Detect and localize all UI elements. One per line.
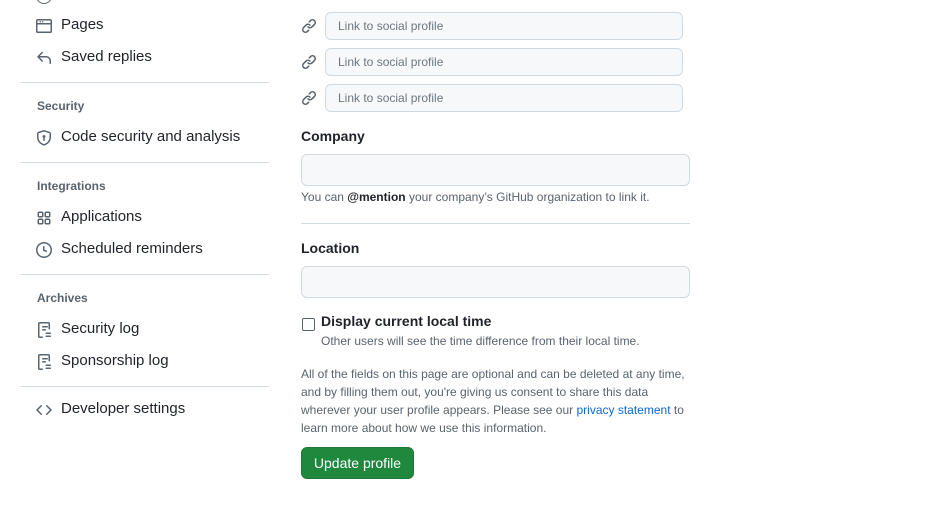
sidebar-divider [21, 386, 269, 387]
log-icon [36, 354, 52, 370]
location-input[interactable] [301, 266, 690, 298]
company-note-suffix: your company’s GitHub organization to li… [405, 190, 650, 204]
partial-sidebar-item-icon [36, 0, 52, 4]
sidebar-item-label: Sponsorship log [61, 352, 169, 369]
social-link-row [301, 48, 685, 76]
sidebar-item-label: Security log [61, 320, 140, 337]
sidebar-item-applications[interactable]: Applications [21, 202, 269, 234]
sidebar-section-heading-archives: Archives [37, 291, 88, 305]
sidebar-item-scheduled-reminders[interactable]: Scheduled reminders [21, 234, 269, 266]
sidebar-item-security-log[interactable]: Security log [21, 314, 269, 346]
privacy-statement-link[interactable]: privacy statement [576, 403, 670, 417]
link-icon [301, 18, 317, 34]
sidebar-item-saved-replies[interactable]: Saved replies [21, 42, 269, 74]
company-input[interactable] [301, 154, 690, 186]
social-link-input[interactable] [325, 84, 683, 112]
sidebar-divider [21, 162, 269, 163]
sidebar-item-code-security[interactable]: Code security and analysis [21, 122, 269, 154]
code-icon [36, 402, 52, 418]
local-time-checkbox[interactable] [302, 318, 315, 331]
social-link-input[interactable] [325, 48, 683, 76]
sidebar-item-label: Pages [61, 16, 104, 33]
sidebar-item-label: Saved replies [61, 48, 152, 65]
update-profile-button[interactable]: Update profile [301, 447, 414, 479]
link-icon [301, 90, 317, 106]
social-link-row [301, 12, 685, 40]
sidebar-item-label: Applications [61, 208, 142, 225]
social-link-input[interactable] [325, 12, 683, 40]
form-divider [301, 223, 690, 224]
sidebar-section-heading-security: Security [37, 99, 85, 113]
company-label: Company [301, 128, 365, 144]
sidebar-item-developer-settings[interactable]: Developer settings [21, 394, 269, 426]
privacy-disclaimer: All of the fields on this page are optio… [301, 365, 691, 437]
social-link-row [301, 84, 685, 112]
company-note-prefix: You can [301, 190, 348, 204]
mention-text: @mention [347, 190, 406, 204]
shield-lock-icon [36, 130, 52, 146]
sidebar-divider [21, 274, 269, 275]
sidebar-item-label: Developer settings [61, 400, 186, 417]
link-icon [301, 54, 317, 70]
location-label: Location [301, 240, 360, 256]
browser-icon [36, 18, 52, 34]
clock-icon [36, 242, 52, 258]
company-note: You can @mention your company’s GitHub o… [301, 190, 650, 204]
reply-icon [36, 50, 52, 66]
log-icon [36, 322, 52, 338]
sidebar-item-sponsorship-log[interactable]: Sponsorship log [21, 346, 269, 378]
local-time-label[interactable]: Display current local time [321, 313, 491, 329]
sidebar-item-pages[interactable]: Pages [21, 10, 269, 42]
sidebar-item-label: Code security and analysis [61, 128, 241, 145]
sidebar-item-label: Scheduled reminders [61, 240, 203, 257]
apps-icon [36, 210, 52, 226]
sidebar-divider [21, 82, 269, 83]
local-time-note: Other users will see the time difference… [321, 334, 640, 348]
sidebar-section-heading-integrations: Integrations [37, 179, 106, 193]
